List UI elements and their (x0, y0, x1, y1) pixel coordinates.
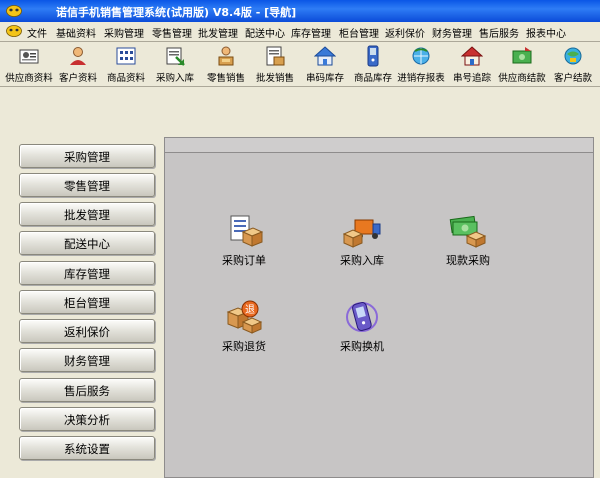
func-purchase-return[interactable]: 退 采购退货 (199, 300, 289, 360)
sidebar-after-sales[interactable]: 售后服务 (19, 378, 155, 402)
svg-text:退: 退 (245, 304, 255, 316)
window-title: 诺信手机销售管理系统(试用版) V8.4版 - [导航] (56, 6, 297, 19)
toolbar-supplier-info[interactable]: 供应商资料 (3, 44, 55, 84)
panel-header (165, 138, 593, 153)
sidebar-wholesale-management[interactable]: 批发管理 (19, 202, 155, 226)
menu-reports[interactable]: 报表中心 (526, 25, 566, 40)
toolbar-inventory-report[interactable]: 进销存报表 (397, 44, 445, 84)
house-icon (314, 46, 336, 66)
toolbar-retail-sale[interactable]: 零售销售 (203, 44, 249, 84)
menu-finance[interactable]: 财务管理 (432, 25, 472, 40)
purchase-in-icon (166, 47, 185, 66)
wholesale-icon (266, 46, 285, 66)
func-cash-purchase[interactable]: 现款采购 (423, 214, 513, 274)
menu-purchase[interactable]: 采购管理 (104, 25, 144, 40)
sidebar-retail-management[interactable]: 零售管理 (19, 173, 155, 197)
app-logo-icon[interactable] (6, 25, 22, 37)
product-grid-icon (116, 47, 136, 65)
menu-basic-data[interactable]: 基础资料 (56, 25, 96, 40)
sidebar-decision-analysis[interactable]: 决策分析 (19, 407, 155, 431)
report-globe-icon (412, 47, 430, 65)
menu-counter[interactable]: 柜台管理 (339, 25, 379, 40)
sidebar-inventory-management[interactable]: 库存管理 (19, 261, 155, 285)
menu-after-sales[interactable]: 售后服务 (479, 25, 519, 40)
supplier-card-icon (19, 49, 39, 64)
toolbar-serial-stock[interactable]: 串码库存 (302, 44, 348, 84)
sidebar-counter-management[interactable]: 柜台管理 (19, 290, 155, 314)
sidebar-system-settings[interactable]: 系统设置 (19, 436, 155, 460)
func-purchase-exchange[interactable]: 采购换机 (317, 300, 407, 360)
delivery-truck-icon (343, 219, 381, 248)
toolbar-wholesale[interactable]: 批发销售 (253, 44, 297, 84)
sidebar-finance-management[interactable]: 财务管理 (19, 348, 155, 372)
menu-distribution[interactable]: 配送中心 (245, 25, 285, 40)
func-purchase-in[interactable]: 采购入库 (317, 214, 407, 274)
customer-icon (70, 47, 86, 65)
toolbar: 供应商资料 客户资料 商品资料 采购入库 零售销售 批发销售 串码库存 商品库存… (0, 42, 600, 87)
sidebar-rebate-protection[interactable]: 返利保价 (19, 319, 155, 343)
toolbar-customer-info[interactable]: 客户资料 (55, 44, 101, 84)
supplier-payment-icon (512, 47, 532, 64)
sidebar-distribution-center[interactable]: 配送中心 (19, 231, 155, 255)
toolbar-purchase-in[interactable]: 采购入库 (153, 44, 197, 84)
cash-purchase-icon (449, 215, 487, 248)
menu-bar: 文件 基础资料 采购管理 零售管理 批发管理 配送中心 库存管理 柜台管理 返利… (0, 22, 600, 42)
toolbar-serial-tracking[interactable]: 串号追踪 (448, 44, 496, 84)
retail-sale-icon (218, 46, 234, 66)
sidebar-purchase-management[interactable]: 采购管理 (19, 144, 155, 168)
phone-exchange-icon (346, 302, 378, 332)
toolbar-supplier-payment[interactable]: 供应商结款 (496, 44, 548, 84)
app-logo-icon (6, 5, 22, 17)
tracking-house-icon (461, 46, 483, 66)
menu-rebate[interactable]: 返利保价 (385, 25, 425, 40)
func-purchase-order[interactable]: 采购订单 (199, 214, 289, 274)
menu-inventory[interactable]: 库存管理 (291, 25, 331, 40)
function-panel: 采购订单 采购入库 现款采购 退 采购退货 采购换机 (164, 137, 594, 478)
toolbar-customer-payment[interactable]: 客户结款 (548, 44, 598, 84)
title-bar[interactable]: 诺信手机销售管理系统(试用版) V8.4版 - [导航] (0, 0, 600, 22)
purchase-return-icon: 退 (226, 300, 263, 334)
purchase-order-icon (230, 215, 263, 247)
toolbar-product-stock[interactable]: 商品库存 (350, 44, 396, 84)
customer-payment-icon (564, 47, 582, 65)
menu-file[interactable]: 文件 (27, 25, 47, 40)
menu-retail[interactable]: 零售管理 (152, 25, 192, 40)
phone-stock-icon (367, 45, 379, 67)
menu-wholesale[interactable]: 批发管理 (198, 25, 238, 40)
toolbar-product-info[interactable]: 商品资料 (104, 44, 148, 84)
